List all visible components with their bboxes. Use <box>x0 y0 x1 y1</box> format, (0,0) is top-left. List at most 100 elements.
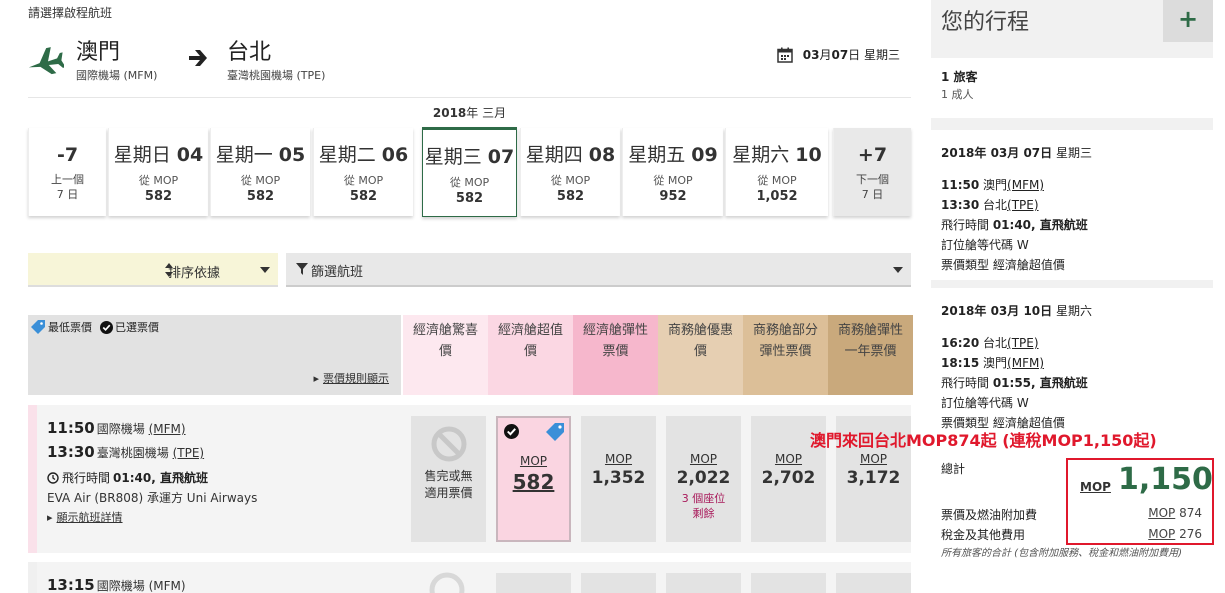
prev-week-line1: 上一個 <box>51 173 84 186</box>
seats-left-line2: 剩餘 <box>692 507 715 520</box>
date-tab-price: 1,052 <box>756 189 798 204</box>
date-tab-weekday: 星期日 <box>113 144 171 166</box>
flight-row: 11:50 國際機場 (MFM) 13:30 臺灣桃園機場 (TPE) 飛行時間 01… <box>28 405 911 553</box>
fare-amount: 582 <box>512 470 555 494</box>
fare-col-line2: 價 <box>438 344 452 359</box>
price-tag-icon <box>31 320 45 334</box>
date-tab-08[interactable]: 星期四 08 從 MOP 582 <box>520 128 620 216</box>
origin-city-name: 澳門 <box>76 40 121 65</box>
date-tab-weekday: 星期四 <box>525 144 583 166</box>
fare-amount: 2,702 <box>761 468 816 488</box>
legend: 最低票價 已選票價 <box>30 319 159 335</box>
date-tab-day: 06 <box>381 144 409 166</box>
arrival-code: (TPE) <box>172 446 205 460</box>
departure-time: 11:50 <box>47 419 95 437</box>
trip-weekday: 星期六 <box>1052 304 1092 318</box>
trip-weekday: 星期三 <box>1052 146 1092 160</box>
chevron-down-icon <box>893 267 903 273</box>
trip-dep-time: 11:50 <box>941 178 980 192</box>
prev-week-line2: 7 日 <box>56 188 79 201</box>
fare-option[interactable]: MOP 2,022 3 個座位 剩餘 <box>666 416 741 542</box>
arrival-airport: 臺灣桃園機場 <box>96 446 173 460</box>
fare-option-selected[interactable]: MOP 582 <box>496 416 571 542</box>
trip-booking-class: 訂位艙等代碼 W <box>941 396 1029 410</box>
date-tab-07-selected[interactable]: 星期三 07 從 MOP 582 <box>422 127 517 217</box>
promo-annotation: 澳門來回台北MOP874起 (連稅MOP1,150起) <box>810 431 1157 450</box>
fare-amount: 2,022 <box>676 468 731 488</box>
passenger-count: 1 旅客 <box>941 70 978 84</box>
fare-currency: MOP <box>859 452 888 466</box>
tax-label: 稅金及其他費用 <box>941 528 1026 542</box>
trip-dep-time: 16:20 <box>941 336 980 350</box>
flight-departure: 13:15 國際機場 (MFM) <box>47 576 186 593</box>
price-tag-icon <box>546 423 564 441</box>
show-flight-details-link[interactable]: 顯示航班詳情 <box>47 509 123 525</box>
duration-label: 飛行時間 <box>62 471 111 485</box>
fare-col-economy-super-saver: 經濟艙驚喜價 <box>403 315 488 395</box>
date-tab-weekday: 星期二 <box>318 144 376 166</box>
prohibited-icon <box>431 426 466 462</box>
duration-value: 01:40, 直飛航班 <box>113 471 208 485</box>
departure-airport: 國際機場 <box>96 422 149 436</box>
next-week-button[interactable]: +7 下一個 7 日 <box>833 128 911 216</box>
departure-date: 03 月 07 日 星期三 <box>777 46 900 63</box>
date-tab-price: 582 <box>246 189 275 204</box>
fare-option[interactable] <box>496 573 571 593</box>
origin-city: 澳門 國際機場 (MFM) <box>76 40 157 83</box>
flight-departure: 11:50 國際機場 (MFM) <box>47 419 186 437</box>
date-tab-price: 582 <box>556 189 585 204</box>
passenger-summary: 1 旅客 1 成人 <box>931 58 1213 118</box>
origin-airport: 國際機場 (MFM) <box>76 69 158 82</box>
date-tab-from: 從 MOP <box>653 174 693 187</box>
fare-col-line1: 商務艙優惠 <box>667 323 733 338</box>
date-month-suffix: 月 <box>819 48 832 62</box>
date-tab-price: 582 <box>349 189 378 204</box>
outbound-trip-summary: 2018年 03月 07日 星期三 11:50 澳門(MFM) 13:30 台北… <box>931 130 1213 280</box>
date-tab-04[interactable]: 星期日 04 從 MOP 582 <box>108 128 208 216</box>
fare-option[interactable] <box>581 573 656 593</box>
prev-week-value: -7 <box>56 144 79 166</box>
trip-arr-city: 台北 <box>979 198 1008 212</box>
date-tab-09[interactable]: 星期五 09 從 MOP 952 <box>622 128 723 216</box>
trip-dep-city: 澳門 <box>979 178 1008 192</box>
fare-option[interactable] <box>751 573 826 593</box>
fare-rules-link[interactable]: 票價規則顯示 <box>313 370 389 386</box>
departure-time: 13:15 <box>47 576 95 593</box>
calendar-icon <box>777 47 793 63</box>
trip-arr-time: 18:15 <box>941 356 980 370</box>
date-month-number: 03 <box>802 47 820 62</box>
fare-currency: MOP <box>519 454 548 468</box>
month-label: 2018年 三月 <box>28 104 911 121</box>
date-tab-05[interactable]: 星期一 05 從 MOP 582 <box>210 128 310 216</box>
date-tab-day: 07 <box>487 146 515 168</box>
fare-option[interactable] <box>836 573 911 593</box>
filter-label: 篩選航班 <box>311 265 364 280</box>
fare-col-line2: 票價 <box>602 344 629 359</box>
fare-col-economy-flex: 經濟艙彈性 票價 <box>573 315 658 395</box>
date-tab-from: 從 MOP <box>757 174 797 187</box>
date-tab-10[interactable]: 星期六 10 從 MOP 1,052 <box>725 128 828 216</box>
prev-week-button[interactable]: -7 上一個 7 日 <box>28 128 106 216</box>
sold-out-line1: 售完或無 <box>424 469 473 483</box>
date-tab-day: 04 <box>176 144 204 166</box>
trip-duration-tail: , 直飛航班 <box>1031 376 1088 390</box>
fare-header-legend-area: 最低票價 已選票價 票價規則顯示 <box>28 315 401 395</box>
expand-plus-button[interactable]: + <box>1163 0 1213 42</box>
fare-col-business-semi-flex: 商務艙部分 彈性票價 <box>743 315 828 395</box>
filter-dropdown[interactable]: 篩選航班 <box>286 253 911 287</box>
trip-arr-city: 澳門 <box>979 356 1008 370</box>
chevron-down-icon <box>260 267 270 273</box>
sold-out-line2: 適用票價 <box>424 486 473 500</box>
date-tab-price: 952 <box>659 189 687 204</box>
sidebar-header: 您的行程 + <box>931 0 1213 42</box>
fare-option[interactable]: MOP 1,352 <box>581 416 656 542</box>
destination-city: 台北 臺灣桃園機場 (TPE) <box>227 40 325 83</box>
sort-dropdown[interactable]: 排序依據 <box>28 253 278 287</box>
date-tab-from: 從 MOP <box>138 174 179 187</box>
passenger-breakdown: 1 成人 <box>941 88 974 101</box>
fare-col-business-flex-annual: 商務艙彈性 一年票價 <box>828 315 913 395</box>
fare-option[interactable] <box>666 573 741 593</box>
fare-sold-out: 售完或無 適用票價 <box>411 416 486 542</box>
date-tab-06[interactable]: 星期二 06 從 MOP 582 <box>313 128 413 216</box>
trip-duration-label: 飛行時間 <box>941 218 993 232</box>
